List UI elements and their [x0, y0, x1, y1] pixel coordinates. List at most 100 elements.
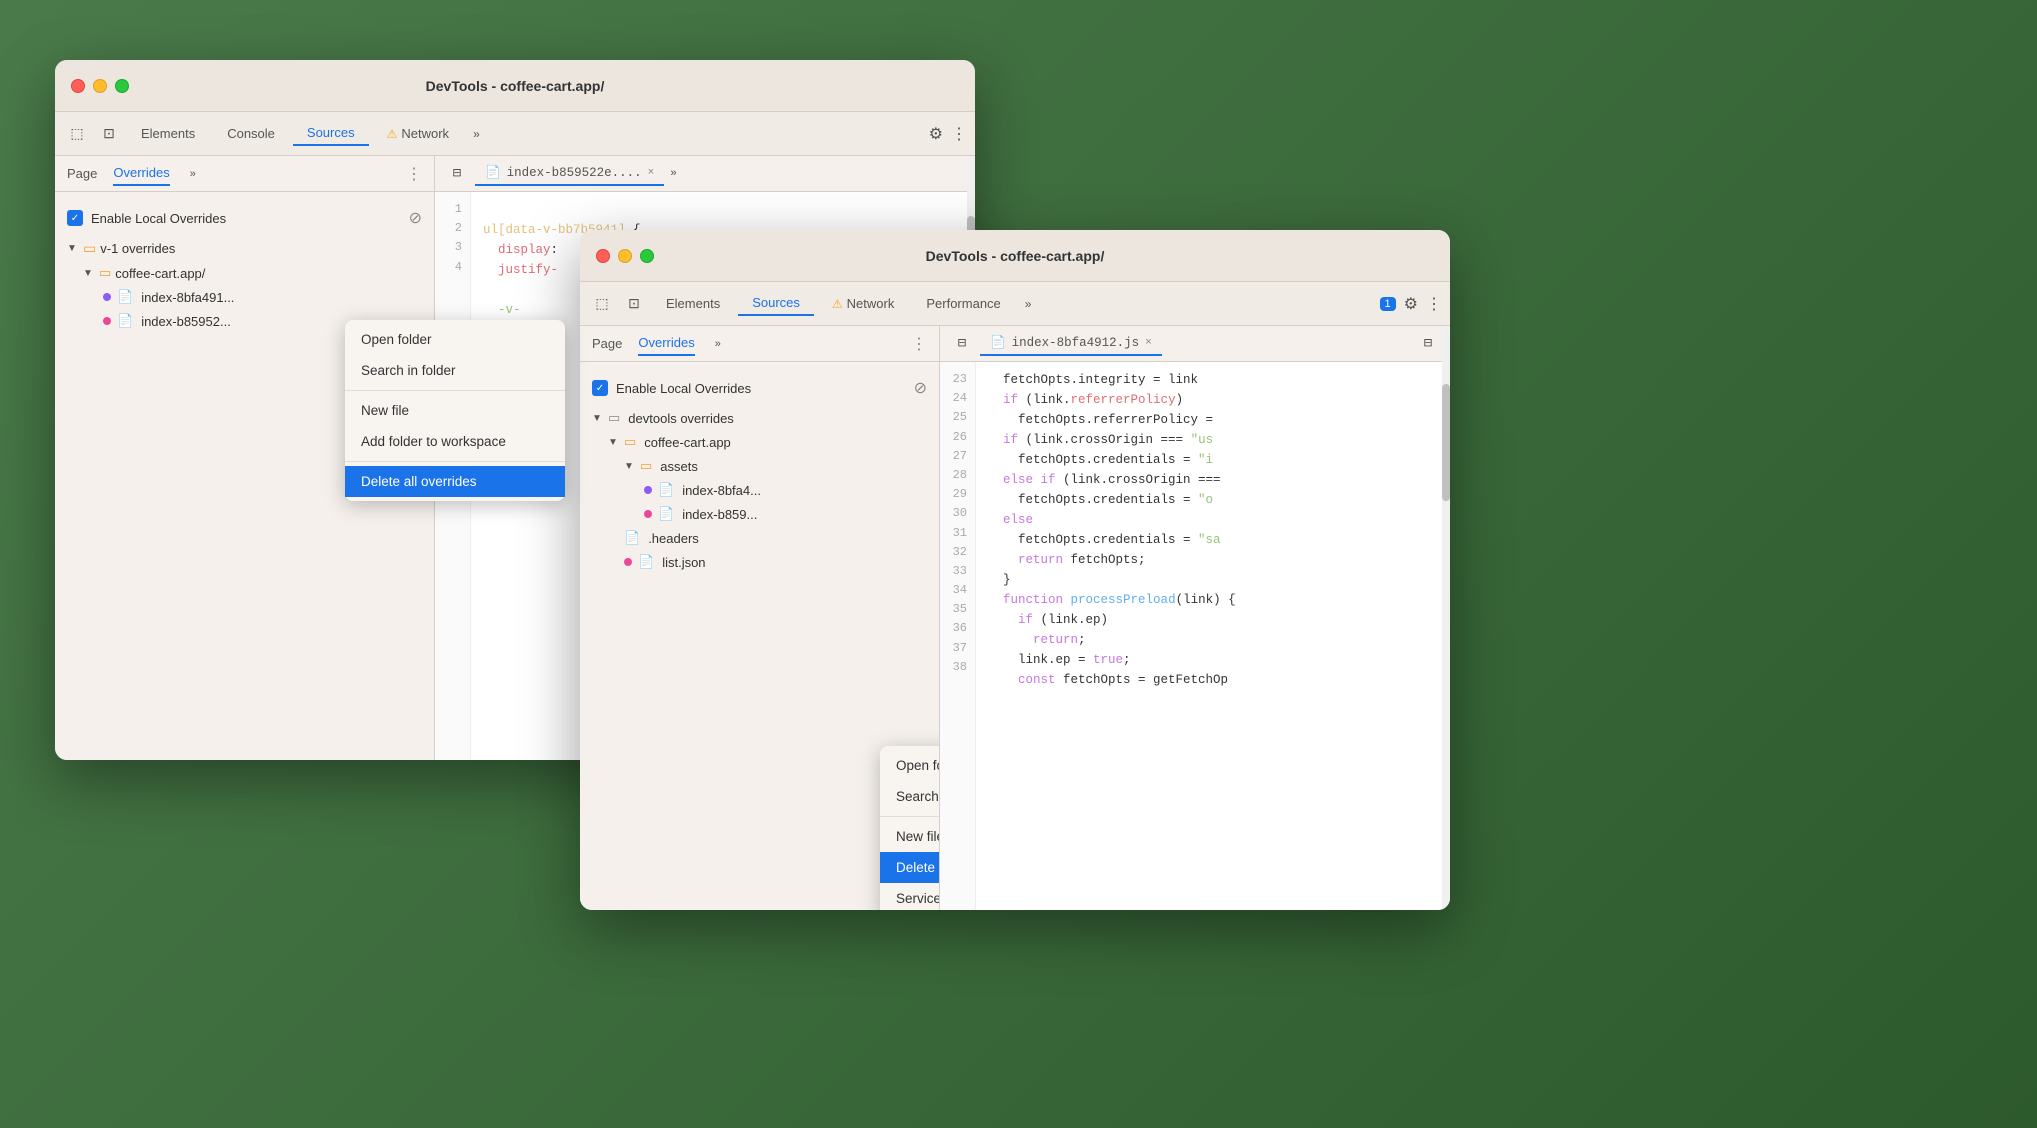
tree-file-4-front[interactable]: 📄 index-b859...: [580, 502, 939, 526]
tree-arrow-assets-front: ▼: [624, 461, 636, 472]
inspector-icon-front[interactable]: ⬚: [588, 290, 616, 318]
ctx-search-back[interactable]: Search in folder: [345, 355, 435, 386]
tab-console-back[interactable]: Console: [213, 122, 289, 145]
close-button-front[interactable]: [596, 249, 610, 263]
file-icon-headers-front: 📄: [624, 530, 640, 546]
ctx-add-folder-back[interactable]: Add folder to workspace: [345, 426, 435, 457]
menu-icon-front[interactable]: ⋮: [1426, 294, 1442, 314]
tab-close-front[interactable]: ×: [1145, 337, 1152, 349]
toolbar-front: ⬚ ⊡ Elements Sources ⚠ Network Performan…: [580, 282, 1450, 326]
line-numbers-front: 23242526272829303132333435363738: [940, 362, 976, 910]
override-checkbox-front[interactable]: ✓: [592, 380, 608, 396]
tree-file-headers-front[interactable]: 📄 .headers: [580, 526, 939, 550]
sidebar-tab-page-front[interactable]: Page: [592, 332, 622, 355]
folder-icon-root-front: ▭: [608, 410, 620, 426]
editor-more-back[interactable]: »: [664, 166, 683, 182]
settings-icon-back[interactable]: ⚙: [929, 124, 943, 144]
tab-sources-back[interactable]: Sources: [293, 121, 369, 146]
tab-elements-front[interactable]: Elements: [652, 292, 734, 315]
titlebar-front: DevTools - coffee-cart.app/: [580, 230, 1450, 282]
inspector-icon[interactable]: ⬚: [63, 120, 91, 148]
file-dot-3-front: [644, 486, 652, 494]
tab-performance-front[interactable]: Performance: [912, 292, 1014, 315]
file-dot-2-back: [103, 317, 111, 325]
scrollbar-front[interactable]: [1442, 362, 1450, 910]
tree-root-back[interactable]: ▼ ▭ v-1 overrides: [55, 236, 434, 261]
tree-arrow-coffee-back: ▼: [83, 268, 95, 279]
toolbar-right-front: 1 ⚙ ⋮: [1380, 294, 1442, 314]
maximize-button-front[interactable]: [640, 249, 654, 263]
titlebar-back: DevTools - coffee-cart.app/: [55, 60, 975, 112]
sidebar-toggle-front[interactable]: ⊟: [948, 330, 976, 358]
editor-tab-front[interactable]: 📄 index-8bfa4912.js ×: [980, 331, 1162, 356]
device-icon[interactable]: ⊡: [95, 120, 123, 148]
sidebar-tab-overrides-front[interactable]: Overrides: [638, 331, 694, 356]
tree-root-front[interactable]: ▼ ▭ devtools overrides: [580, 406, 939, 430]
folder-icon-coffee-front: ▭: [624, 434, 636, 450]
tree-file-list-front[interactable]: 📄 list.json: [580, 550, 939, 574]
tab-elements-back[interactable]: Elements: [127, 122, 209, 145]
tree-folder-assets-front[interactable]: ▼ ▭ assets: [580, 454, 939, 478]
window-title-back: DevTools - coffee-cart.app/: [426, 78, 605, 94]
tab-network-back[interactable]: ⚠ Network: [373, 122, 463, 145]
ctx-search-front[interactable]: Search in folder: [880, 781, 940, 812]
ctx-open-folder-front[interactable]: Open folder: [880, 750, 940, 781]
context-menu-front: Open folder Search in folder New file De…: [880, 746, 940, 910]
minimize-button-front[interactable]: [618, 249, 632, 263]
override-checkbox-back[interactable]: ✓: [67, 210, 83, 226]
file-icon-1-back: 📄: [117, 289, 133, 305]
tree-folder-coffee-front[interactable]: ▼ ▭ coffee-cart.app: [580, 430, 939, 454]
traffic-lights-back: [71, 79, 129, 93]
file-icon-2-back: 📄: [117, 313, 133, 329]
tree-file-3-front[interactable]: 📄 index-8bfa4...: [580, 478, 939, 502]
tree-folder-coffee-back[interactable]: ▼ ▭ coffee-cart.app/: [55, 261, 434, 285]
editor-tabbar-front: ⊟ 📄 index-8bfa4912.js × ⊟: [940, 326, 1450, 362]
devtools-window-front: DevTools - coffee-cart.app/ ⬚ ⊡ Elements…: [580, 230, 1450, 910]
ctx-delete-overrides-back[interactable]: Delete all overrides: [345, 466, 435, 497]
ctx-new-file-back[interactable]: New file: [345, 395, 435, 426]
ctx-divider-back: [345, 390, 435, 391]
folder-icon-coffee-back: ▭: [99, 265, 111, 281]
override-label-front: Enable Local Overrides: [616, 381, 906, 396]
sidebar-tab-page-back[interactable]: Page: [67, 162, 97, 185]
tree-file-1-back[interactable]: 📄 index-8bfa491...: [55, 285, 434, 309]
sidebar-more-front[interactable]: »: [715, 338, 721, 350]
code-content-front[interactable]: fetchOpts.integrity = link if (link.refe…: [976, 362, 1248, 910]
toolbar-right-back: ⚙ ⋮: [929, 124, 967, 144]
menu-icon-back[interactable]: ⋮: [951, 124, 967, 144]
sidebar-toggle-back[interactable]: ⊟: [443, 160, 471, 188]
clear-overrides-icon-front[interactable]: ⊘: [914, 378, 927, 398]
file-icon-tab-front: 📄: [990, 335, 1006, 350]
device-icon-front[interactable]: ⊡: [620, 290, 648, 318]
close-button-back[interactable]: [71, 79, 85, 93]
ctx-delete-front[interactable]: Delete: [880, 852, 940, 883]
maximize-button-back[interactable]: [115, 79, 129, 93]
ctx-new-file-front[interactable]: New file: [880, 821, 940, 852]
network-warning-icon: ⚠: [387, 127, 398, 141]
ctx-services-front[interactable]: Services ›: [880, 883, 940, 910]
sidebar-tab-overrides-back[interactable]: Overrides: [113, 161, 169, 186]
file-dot-4-front: [644, 510, 652, 518]
sidebar-more-back[interactable]: »: [190, 168, 196, 180]
more-tabs-front[interactable]: »: [1019, 295, 1038, 313]
tab-network-front[interactable]: ⚠ Network: [818, 292, 908, 315]
folder-icon-assets-front: ▭: [640, 458, 652, 474]
tab-sources-front[interactable]: Sources: [738, 291, 814, 316]
sidebar-front: Page Overrides » ⋮ ✓ Enable Local Overri…: [580, 326, 940, 910]
settings-icon-front[interactable]: ⚙: [1404, 294, 1418, 314]
editor-tab-back[interactable]: 📄 index-b859522e.... ×: [475, 161, 664, 186]
sidebar-menu-front[interactable]: ⋮: [911, 334, 927, 354]
file-dot-1-back: [103, 293, 111, 301]
ctx-open-folder-back[interactable]: Open folder: [345, 324, 435, 355]
minimize-button-back[interactable]: [93, 79, 107, 93]
tab-close-back[interactable]: ×: [648, 167, 655, 179]
override-toggle-back: ✓ Enable Local Overrides ⊘: [55, 200, 434, 236]
sidebar-menu-back[interactable]: ⋮: [406, 164, 422, 184]
file-icon-list-front: 📄: [638, 554, 654, 570]
code-area-front: 23242526272829303132333435363738 fetchOp…: [940, 362, 1450, 910]
clear-overrides-icon-back[interactable]: ⊘: [409, 208, 422, 228]
more-tabs-back[interactable]: »: [467, 125, 486, 143]
sidebar-tabs-back: Page Overrides » ⋮: [55, 156, 434, 192]
sidebar-right-toggle-front[interactable]: ⊟: [1414, 330, 1442, 358]
editor-tabbar-back: ⊟ 📄 index-b859522e.... × »: [435, 156, 975, 192]
